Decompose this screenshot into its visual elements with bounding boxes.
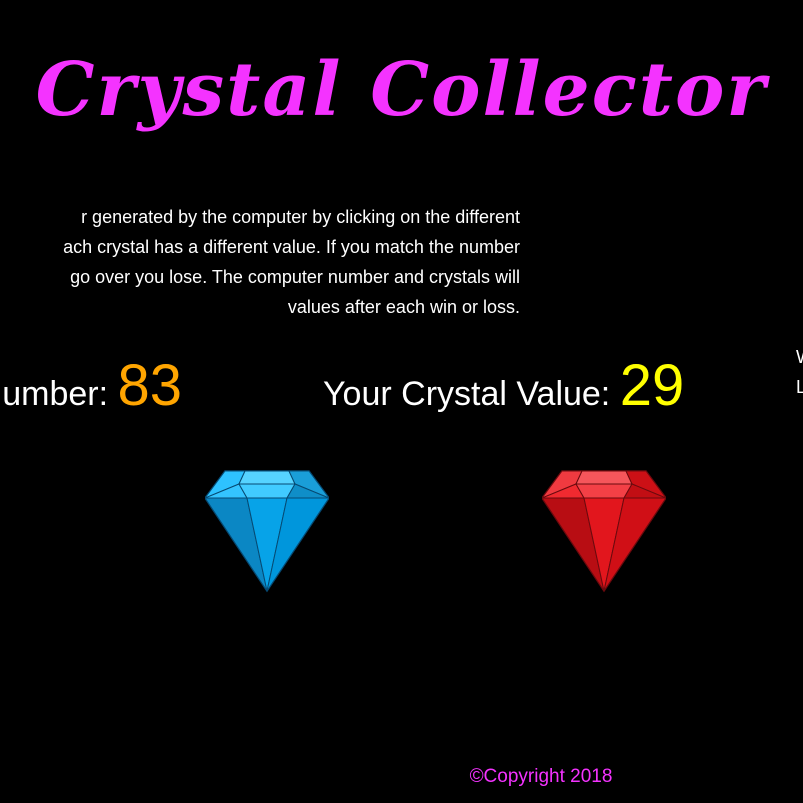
instructions-line: r generated by the computer by clicking … (81, 207, 520, 227)
win-loss-stats: W L (796, 342, 803, 402)
instructions-line: go over you lose. The computer number an… (70, 267, 520, 287)
target-number-label: umber: (2, 375, 118, 413)
game-screen: Crystal Collector r generated by the com… (0, 0, 803, 803)
losses-label: L (796, 377, 803, 397)
red-gem-icon (542, 470, 666, 593)
instructions-line: ach crystal has a different value. If yo… (63, 237, 520, 257)
red-crystal-button[interactable] (542, 469, 666, 593)
wins-label: W (796, 342, 803, 372)
crystal-value-value: 29 (619, 353, 685, 418)
crystal-value-label: Your Crystal Value: (323, 375, 620, 413)
target-number-value: 83 (117, 353, 182, 418)
copyright-footer: ©Copyright 2018 (469, 766, 613, 787)
target-number-display: umber: 83 (2, 352, 182, 419)
blue-crystal-button[interactable] (205, 469, 329, 593)
game-title: Crystal Collector (35, 47, 768, 133)
blue-gem-icon (205, 470, 329, 593)
crystal-value-display: Your Crystal Value: 29 (323, 352, 684, 419)
instructions-line: values after each win or loss. (287, 297, 520, 317)
instructions-text: r generated by the computer by clicking … (0, 202, 520, 322)
